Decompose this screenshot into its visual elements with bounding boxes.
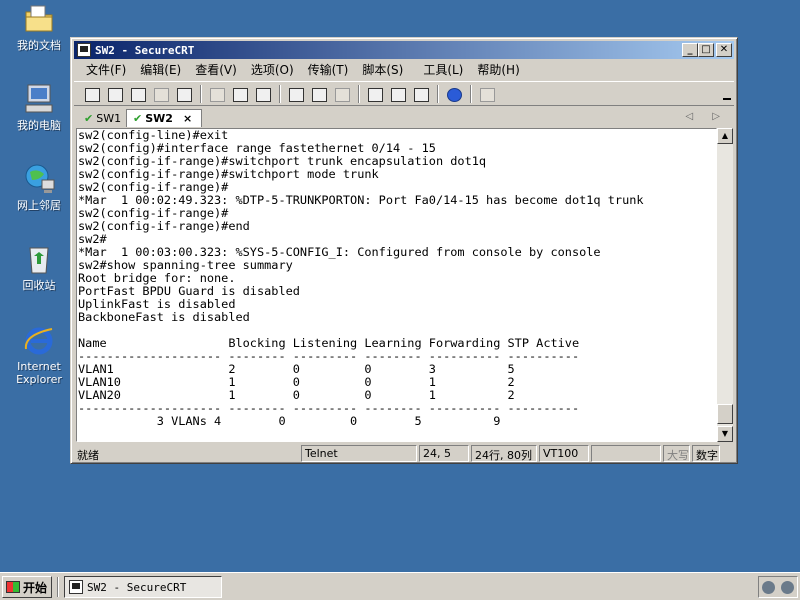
- scroll-thumb[interactable]: [717, 404, 733, 424]
- toolbar-separator: [279, 84, 281, 103]
- minimize-button[interactable]: _: [682, 43, 698, 57]
- status-caps: 大写: [663, 445, 690, 462]
- tab-close-icon[interactable]: ×: [183, 112, 192, 125]
- tab-scroll-arrows[interactable]: ◁ ▷: [685, 111, 728, 122]
- taskbar-button-label: SW2 - SecureCRT: [87, 580, 187, 594]
- tab-label: SW2: [145, 112, 173, 125]
- menu-transfer[interactable]: 传输(T): [308, 61, 349, 78]
- desktop-icon-recycle-bin[interactable]: 回收站: [3, 242, 75, 292]
- desktop-icon-internet-explorer[interactable]: Internet Explorer: [3, 323, 75, 386]
- title-bar[interactable]: SW2 - SecureCRT _ □ ✕: [74, 41, 734, 59]
- keymap-icon[interactable]: [411, 85, 431, 103]
- status-num: 数字: [692, 445, 720, 462]
- status-terminal-size: 24行, 80列: [471, 445, 537, 462]
- session-options-icon[interactable]: [365, 85, 385, 103]
- network-places-icon: [22, 162, 56, 196]
- start-button[interactable]: 开始: [2, 576, 52, 598]
- quick-connect-icon[interactable]: [105, 85, 125, 103]
- securecrt-window: SW2 - SecureCRT _ □ ✕ 文件(F) 编辑(E) 查看(V) …: [70, 37, 738, 464]
- menu-options[interactable]: 选项(O): [251, 61, 294, 78]
- menu-help[interactable]: 帮助(H): [477, 61, 519, 78]
- printer-icon[interactable]: [332, 85, 352, 103]
- connect-tab-icon[interactable]: [128, 85, 148, 103]
- maximize-button[interactable]: □: [698, 43, 714, 57]
- desktop-icon-label: 我的文档: [17, 39, 61, 52]
- status-ready: 就绪: [77, 449, 99, 462]
- global-options-icon[interactable]: [388, 85, 408, 103]
- menu-edit[interactable]: 编辑(E): [140, 61, 181, 78]
- my-computer-icon: [22, 82, 56, 116]
- window-title: SW2 - SecureCRT: [95, 43, 195, 57]
- menu-file[interactable]: 文件(F): [86, 61, 126, 78]
- sftp-icon[interactable]: [477, 85, 497, 103]
- volume-icon[interactable]: [762, 580, 775, 594]
- print-icon[interactable]: [286, 85, 306, 103]
- securecrt-icon: [69, 580, 83, 594]
- help-icon[interactable]: [444, 85, 464, 103]
- system-tray: [758, 576, 798, 598]
- tab-label: SW1: [96, 111, 122, 125]
- menu-bar: 文件(F) 编辑(E) 查看(V) 选项(O) 传输(T) 脚本(S) 工具(L…: [74, 60, 734, 79]
- terminal-screen[interactable]: sw2(config-line)#exit sw2(config)#interf…: [76, 128, 717, 442]
- status-bar: 就绪 Telnet 24, 5 24行, 80列 VT100 大写 数字: [74, 445, 734, 463]
- my-documents-icon: [22, 2, 56, 36]
- status-emulation: VT100: [539, 445, 589, 462]
- status-blank: [591, 445, 661, 462]
- session-tab-bar: ✔ SW1 ✔ SW2 × ◁ ▷: [74, 107, 734, 127]
- internet-explorer-icon: [22, 323, 56, 357]
- desktop-icon-label: 网上邻居: [17, 199, 61, 212]
- menu-script[interactable]: 脚本(S): [362, 61, 403, 78]
- status-cursor-position: 24, 5: [419, 445, 469, 462]
- toolbar-separator: [470, 84, 472, 103]
- print-selection-icon[interactable]: [309, 85, 329, 103]
- desktop-icon-network-places[interactable]: 网上邻居: [3, 162, 75, 212]
- paste-icon[interactable]: [230, 85, 250, 103]
- menu-view[interactable]: 查看(V): [195, 61, 237, 78]
- toolbar-separator: [437, 84, 439, 103]
- toolbar: [74, 81, 734, 106]
- menu-tools[interactable]: 工具(L): [423, 61, 463, 78]
- terminal-cursor: [107, 441, 114, 442]
- desktop-icon-label: 我的电脑: [17, 119, 61, 132]
- vertical-scrollbar[interactable]: ▲ ▼: [717, 128, 733, 442]
- toolbar-overflow-icon[interactable]: [723, 88, 731, 100]
- desktop-icon-my-computer[interactable]: 我的电脑: [3, 82, 75, 132]
- close-button[interactable]: ✕: [716, 43, 732, 57]
- windows-logo-icon: [6, 581, 20, 593]
- tab-sw1[interactable]: ✔ SW1: [78, 109, 124, 127]
- app-icon[interactable]: [77, 43, 91, 57]
- find-icon[interactable]: [253, 85, 273, 103]
- desktop-icon-my-documents[interactable]: 我的文档: [3, 2, 75, 52]
- connected-check-icon: ✔: [133, 112, 143, 125]
- copy-icon[interactable]: [207, 85, 227, 103]
- taskbar: 开始 SW2 - SecureCRT: [0, 572, 800, 600]
- scroll-up-button[interactable]: ▲: [717, 128, 733, 144]
- start-label: 开始: [23, 580, 48, 595]
- taskbar-separator: [57, 577, 59, 597]
- reconnect-icon[interactable]: [151, 85, 171, 103]
- toolbar-separator: [358, 84, 360, 103]
- taskbar-button-securecrt[interactable]: SW2 - SecureCRT: [64, 576, 222, 598]
- network-status-icon[interactable]: [781, 580, 794, 594]
- terminal-output: sw2(config-line)#exit sw2(config)#interf…: [78, 129, 716, 442]
- scroll-down-button[interactable]: ▼: [717, 426, 733, 442]
- desktop-icon-label: Internet Explorer: [16, 360, 62, 386]
- status-protocol: Telnet: [301, 445, 417, 462]
- desktop-icon-label: 回收站: [22, 279, 56, 292]
- tab-sw2[interactable]: ✔ SW2 ×: [126, 109, 202, 127]
- toolbar-separator: [200, 84, 202, 103]
- recycle-bin-icon: [22, 242, 56, 276]
- connect-icon[interactable]: [82, 85, 102, 103]
- disconnect-icon[interactable]: [174, 85, 194, 103]
- connected-check-icon: ✔: [84, 111, 94, 125]
